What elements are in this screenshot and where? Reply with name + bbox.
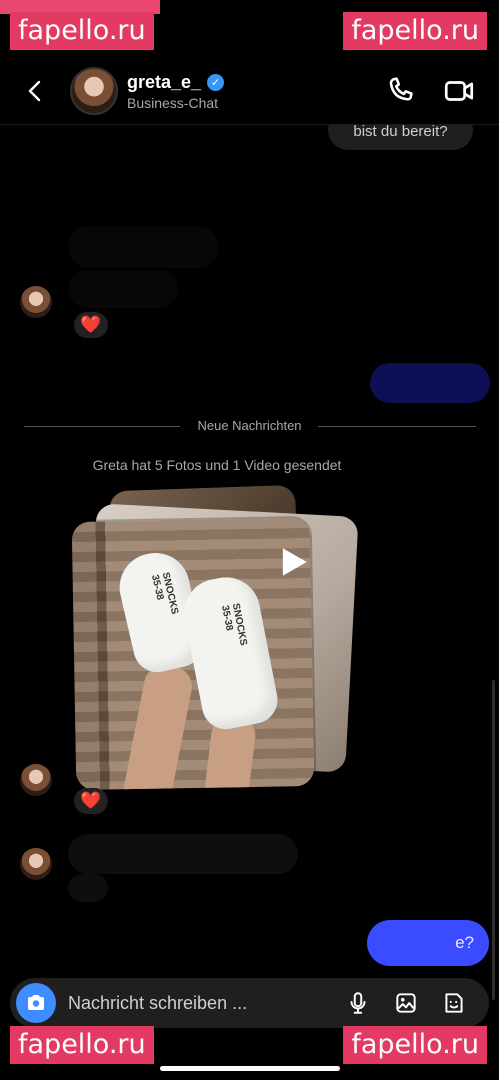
sender-avatar[interactable]: [20, 286, 52, 318]
microphone-icon[interactable]: [345, 990, 371, 1016]
back-icon: [28, 80, 41, 102]
sent-message-text: bist du bereit?: [353, 123, 448, 140]
watermark-bottom-left: fapello.ru: [10, 1026, 154, 1064]
received-message-bubble[interactable]: [68, 834, 298, 874]
heart-reaction[interactable]: ❤️: [74, 312, 108, 338]
message-input[interactable]: Nachricht schreiben ...: [68, 993, 345, 1014]
camera-button[interactable]: [16, 983, 56, 1023]
watermark-top-right: fapello.ru: [343, 12, 487, 50]
watermark-top-left: fapello.ru: [10, 12, 154, 50]
sent-message-text: e?: [455, 933, 474, 952]
media-note: Greta hat 5 Fotos und 1 Video gesendet: [92, 457, 342, 473]
play-icon[interactable]: [270, 540, 314, 584]
gallery-icon[interactable]: [393, 990, 419, 1016]
message-composer[interactable]: Nachricht schreiben ...: [10, 978, 489, 1028]
sent-message-bubble[interactable]: [370, 363, 490, 403]
sent-message-bubble[interactable]: e?: [367, 920, 489, 966]
phone-icon[interactable]: [383, 74, 417, 108]
received-message-bubble[interactable]: [68, 270, 178, 308]
chat-title[interactable]: greta_e_ ✓ Business-Chat: [127, 71, 225, 111]
sender-avatar[interactable]: [20, 764, 52, 796]
watermark-bottom-right: fapello.ru: [343, 1026, 487, 1064]
received-message-bubble[interactable]: [68, 226, 218, 268]
scrollbar[interactable]: [492, 680, 495, 1000]
home-indicator[interactable]: [160, 1066, 340, 1071]
username: greta_e_: [127, 71, 202, 92]
verified-icon: ✓: [207, 73, 225, 91]
business-chat-label: Business-Chat: [127, 94, 219, 111]
chat-header: greta_e_ ✓ Business-Chat: [0, 58, 499, 125]
heart-reaction[interactable]: ❤️: [74, 788, 108, 814]
received-message-bubble[interactable]: [68, 874, 108, 902]
sender-avatar[interactable]: [20, 848, 52, 880]
new-messages-label: Neue Nachrichten: [197, 418, 302, 433]
back-button[interactable]: [24, 68, 70, 114]
sticker-icon[interactable]: [441, 990, 467, 1016]
avatar[interactable]: [70, 67, 118, 115]
video-icon[interactable]: [442, 74, 476, 108]
camera-icon: [28, 995, 44, 1010]
